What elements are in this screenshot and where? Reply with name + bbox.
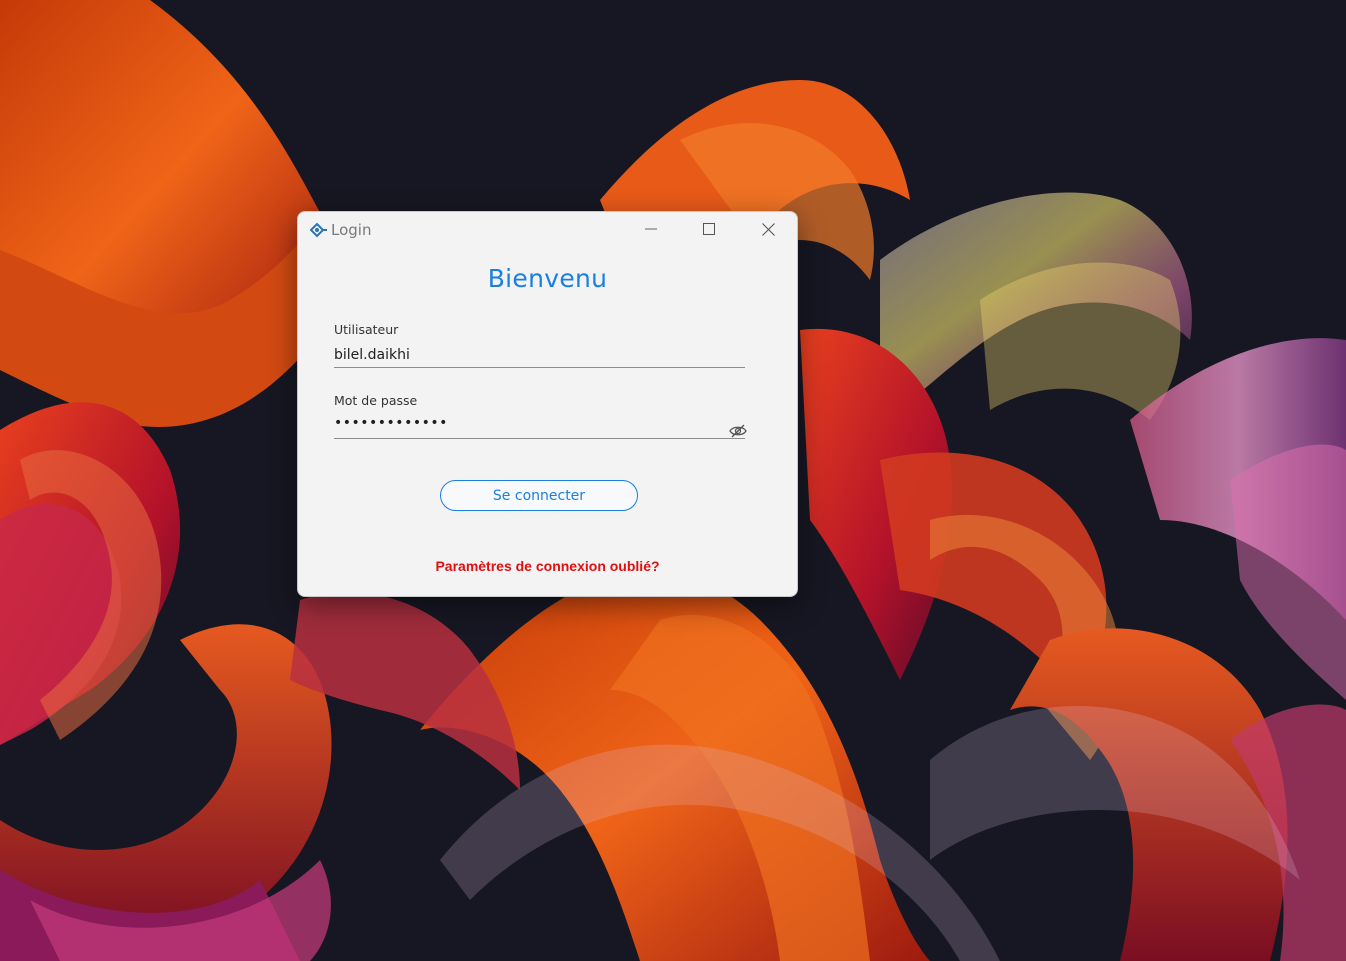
app-logo-icon: [310, 222, 327, 238]
forgot-credentials-link[interactable]: Paramètres de connexion oublié?: [298, 558, 797, 574]
maximize-icon: [703, 223, 715, 235]
password-label: Mot de passe: [334, 393, 418, 408]
desktop: Login Bienvenu Utilisateur Mot de: [0, 0, 1346, 961]
username-field[interactable]: [334, 342, 745, 368]
minimize-button[interactable]: [622, 212, 680, 246]
password-masked-value: •••••••••••••: [334, 415, 448, 431]
maximize-button[interactable]: [680, 212, 738, 246]
eye-slash-icon[interactable]: [729, 424, 747, 438]
close-icon: [761, 222, 775, 236]
login-window: Login Bienvenu Utilisateur Mot de: [297, 211, 798, 597]
minimize-icon: [645, 228, 657, 230]
welcome-heading: Bienvenu: [487, 264, 608, 293]
title-bar[interactable]: Login: [298, 212, 797, 248]
window-title: Login: [331, 221, 372, 239]
connect-button[interactable]: Se connecter: [440, 480, 638, 511]
username-label: Utilisateur: [334, 322, 399, 337]
close-button[interactable]: [739, 212, 797, 246]
